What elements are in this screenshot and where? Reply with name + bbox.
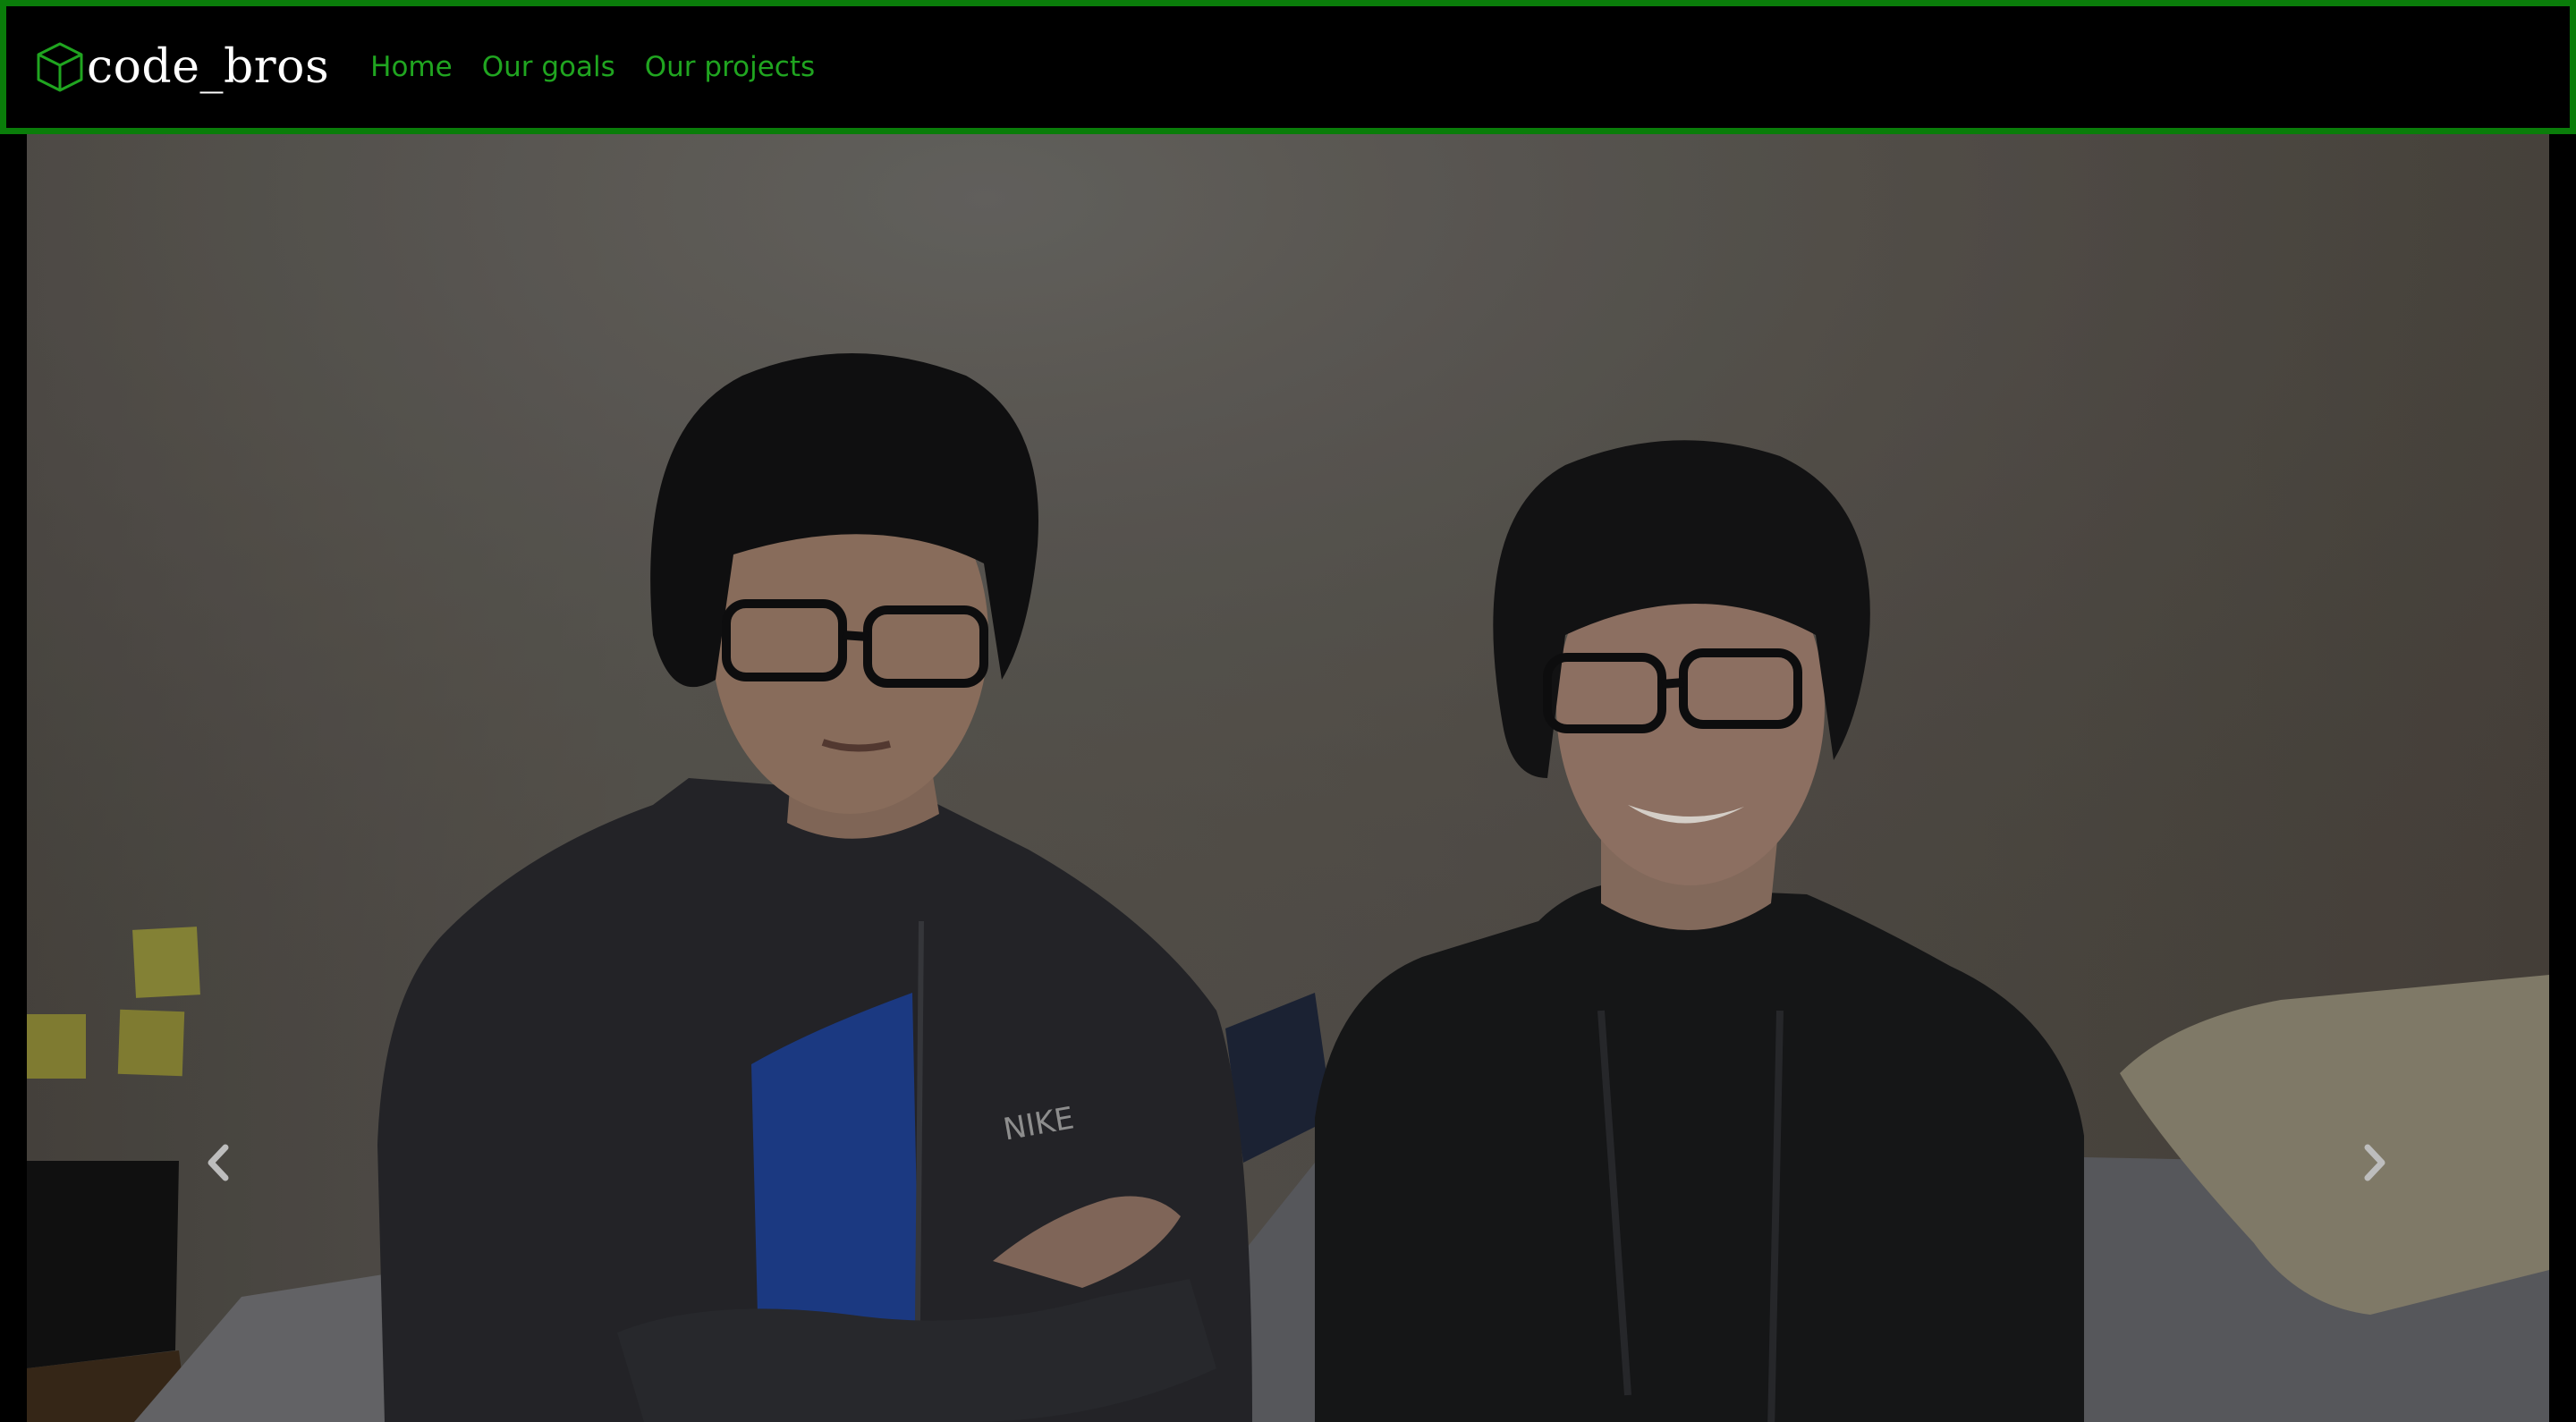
carousel-next-button[interactable] — [2358, 1136, 2394, 1189]
nav-link-our-goals[interactable]: Our goals — [482, 51, 615, 83]
brand-link[interactable]: code_bros — [35, 40, 329, 94]
brand-name: code_bros — [87, 40, 330, 94]
nav-link-our-projects[interactable]: Our projects — [645, 51, 815, 83]
cube-icon — [37, 42, 83, 92]
hero-carousel: NIKE — [27, 134, 2549, 1422]
nav-links: Home Our goals Our projects — [370, 51, 844, 83]
top-navbar: code_bros Home Our goals Our projects — [0, 0, 2576, 134]
chevron-left-icon — [208, 1144, 229, 1181]
carousel-slide-image: NIKE — [27, 134, 2549, 1422]
carousel-prev-button[interactable] — [199, 1136, 235, 1189]
chevron-right-icon — [2364, 1144, 2385, 1181]
nav-link-home[interactable]: Home — [370, 51, 453, 83]
